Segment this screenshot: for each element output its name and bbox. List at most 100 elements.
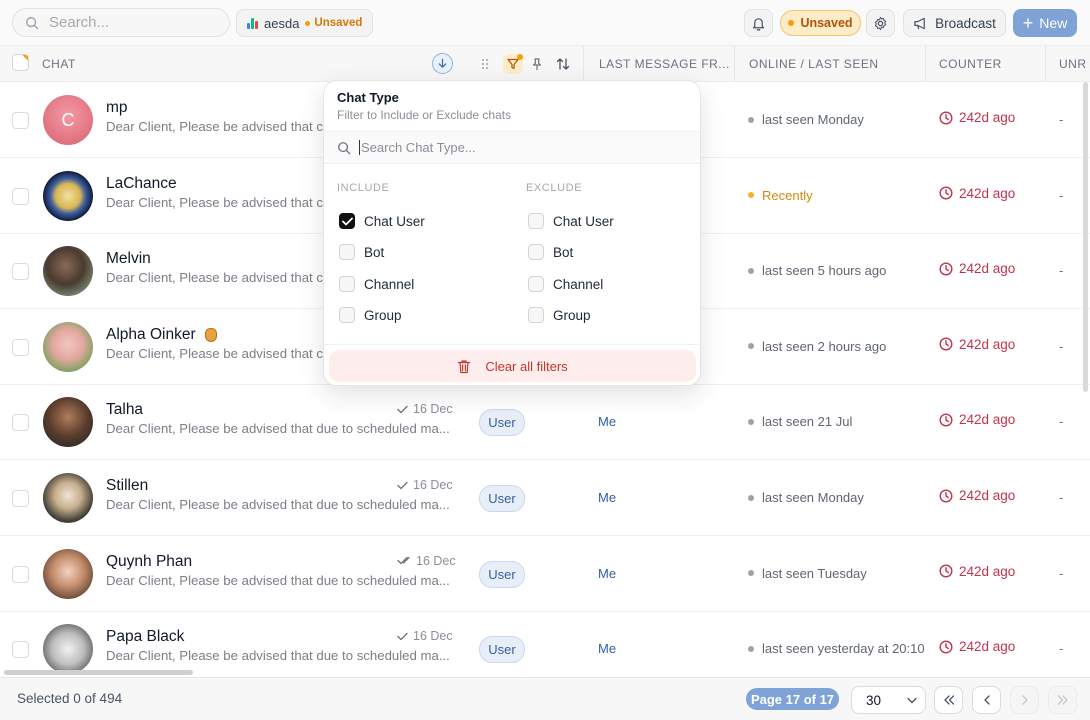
include-option[interactable]: Channel: [339, 276, 414, 292]
broadcast-button[interactable]: Broadcast: [903, 9, 1006, 37]
sort-direction-button[interactable]: [432, 53, 453, 74]
row-checkbox[interactable]: [12, 187, 29, 205]
row-checkbox[interactable]: [12, 112, 29, 129]
avatar[interactable]: [43, 321, 93, 372]
row-checkbox[interactable]: [12, 414, 29, 432]
search-input[interactable]: Search...: [49, 14, 109, 31]
chat-name-wrap[interactable]: LaChance: [106, 175, 177, 193]
vertical-scrollbar[interactable]: [1083, 82, 1088, 392]
chat-name[interactable]: mp: [106, 99, 128, 116]
column-header-chat[interactable]: CHAT: [42, 57, 76, 71]
chat-name[interactable]: Stillen: [106, 477, 148, 494]
avatar[interactable]: [43, 473, 93, 523]
page-size-select[interactable]: 30: [851, 686, 926, 714]
chat-name[interactable]: Talha: [106, 401, 143, 418]
column-header-counter[interactable]: COUNTER: [939, 57, 1002, 71]
column-header-online-last-seen[interactable]: ONLINE / LAST SEEN: [749, 57, 879, 71]
double-check-icon: [397, 556, 410, 565]
table-row[interactable]: Papa Black Dear Client, Please be advised…: [0, 611, 1090, 688]
avatar[interactable]: [43, 548, 93, 599]
notifications-button[interactable]: [744, 9, 773, 37]
last-message-from[interactable]: Me: [598, 641, 616, 656]
exclude-option[interactable]: Chat User: [528, 213, 614, 229]
chat-name[interactable]: LaChance: [106, 175, 177, 192]
checkbox[interactable]: [339, 276, 355, 292]
chat-name-wrap[interactable]: Quynh Phan: [106, 553, 192, 571]
chat-name[interactable]: Quynh Phan: [106, 553, 192, 570]
chat-name-wrap[interactable]: Alpha Oinker: [106, 326, 217, 344]
chevron-left-icon: [983, 695, 990, 705]
first-page-button[interactable]: [934, 686, 963, 714]
unread-count: -: [1059, 414, 1064, 430]
chat-name-wrap[interactable]: Stillen: [106, 477, 148, 495]
exclude-option[interactable]: Channel: [528, 276, 603, 292]
checkbox[interactable]: [528, 213, 544, 229]
row-checkbox[interactable]: [12, 263, 29, 281]
avatar[interactable]: [43, 246, 93, 297]
pin-icon: [532, 57, 542, 70]
new-button[interactable]: + New: [1013, 9, 1077, 37]
table-row[interactable]: Quynh Phan Dear Client, Please be advised…: [0, 536, 1090, 612]
next-page-button[interactable]: [1010, 686, 1039, 714]
exclude-option[interactable]: Bot: [528, 244, 573, 260]
option-label: Group: [553, 307, 591, 323]
selection-count: Selected 0 of 494: [17, 691, 123, 706]
row-checkbox[interactable]: [12, 641, 29, 659]
clock-icon: [939, 488, 953, 503]
include-option[interactable]: Chat User: [339, 213, 425, 229]
chat-name[interactable]: Melvin: [106, 250, 151, 267]
last-seen-status: last seen 21 Jul: [748, 414, 852, 429]
last-message-from[interactable]: Me: [598, 414, 616, 429]
saved-view-chip[interactable]: aesda Unsaved: [236, 9, 374, 37]
row-checkbox[interactable]: [12, 565, 29, 583]
drag-handle-icon[interactable]: [475, 54, 495, 74]
column-divider[interactable]: [1045, 46, 1046, 82]
previous-page-button[interactable]: [972, 686, 1001, 714]
search-box[interactable]: Search...: [12, 8, 230, 37]
unsaved-indicator[interactable]: Unsaved: [780, 10, 861, 36]
last-message-from[interactable]: Me: [598, 566, 616, 581]
table-row[interactable]: Stillen Dear Client, Please be advised th…: [0, 460, 1090, 536]
filter-button[interactable]: [503, 54, 523, 74]
column-divider[interactable]: [925, 46, 926, 82]
exclude-option[interactable]: Group: [528, 307, 591, 323]
checkbox[interactable]: [339, 244, 355, 260]
chat-type-search-input[interactable]: Search Chat Type...: [359, 140, 476, 155]
chat-name-wrap[interactable]: mp: [106, 99, 128, 117]
settings-button[interactable]: [866, 9, 895, 37]
chat-name[interactable]: Papa Black: [106, 628, 184, 645]
pin-column-button[interactable]: [527, 54, 547, 74]
chat-name-wrap[interactable]: Melvin: [106, 250, 151, 268]
include-option[interactable]: Bot: [339, 244, 384, 260]
checkbox-checked[interactable]: [339, 213, 355, 229]
avatar[interactable]: [43, 397, 93, 448]
chat-type-search[interactable]: Search Chat Type...: [324, 131, 700, 164]
last-message-from[interactable]: Me: [598, 490, 616, 505]
column-divider[interactable]: [583, 46, 584, 82]
clear-all-filters-button[interactable]: Clear all filters: [329, 350, 696, 382]
chat-name-wrap[interactable]: Talha: [106, 401, 143, 419]
select-all-checkbox[interactable]: [12, 54, 29, 71]
avatar[interactable]: C: [43, 95, 93, 145]
horizontal-scrollbar[interactable]: [4, 670, 193, 675]
include-option[interactable]: Group: [339, 307, 402, 323]
avatar[interactable]: [43, 624, 93, 675]
row-checkbox[interactable]: [12, 338, 29, 356]
column-divider[interactable]: [734, 46, 735, 82]
avatar[interactable]: [43, 170, 93, 221]
chat-name-wrap[interactable]: Papa Black: [106, 628, 184, 646]
row-checkbox[interactable]: [12, 490, 29, 507]
checkbox[interactable]: [528, 307, 544, 323]
unread-count: -: [1059, 263, 1064, 279]
last-page-button[interactable]: [1048, 686, 1077, 714]
checkbox[interactable]: [339, 307, 355, 323]
chat-name[interactable]: Alpha Oinker: [106, 326, 196, 343]
column-header-last-message-from[interactable]: LAST MESSAGE FR...: [599, 57, 730, 71]
view-name: aesda: [264, 15, 300, 31]
exclude-section-label: EXCLUDE: [526, 182, 583, 194]
table-row[interactable]: Talha Dear Client, Please be advised that…: [0, 384, 1090, 461]
sort-toggle-button[interactable]: [553, 54, 573, 74]
checkbox[interactable]: [528, 276, 544, 292]
checkbox[interactable]: [528, 244, 544, 260]
column-header-unread[interactable]: UNR: [1059, 57, 1087, 71]
